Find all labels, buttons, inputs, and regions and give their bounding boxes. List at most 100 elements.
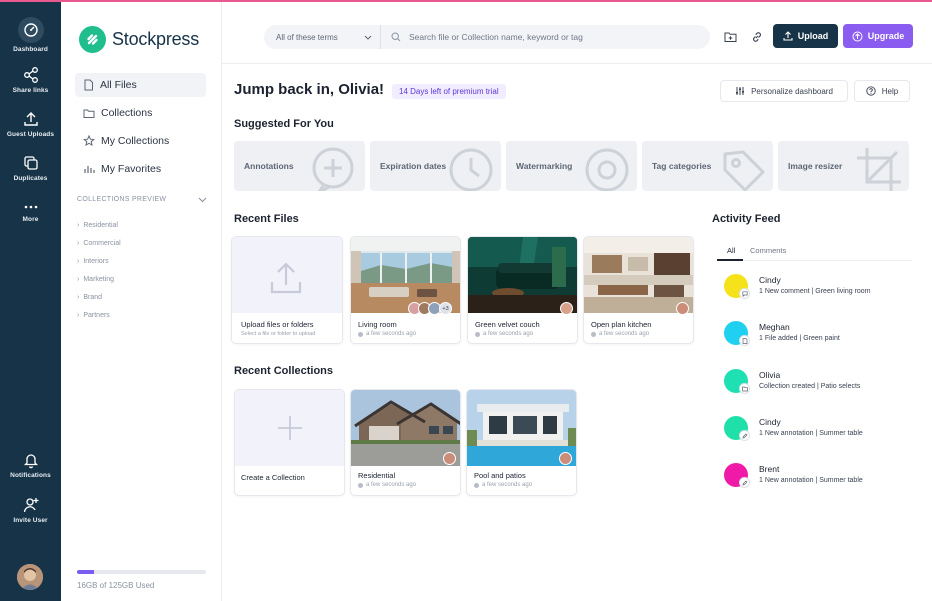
rail-item-notifications[interactable]: Notifications <box>0 451 61 479</box>
trial-badge: 14 Days left of premium trial <box>392 84 506 99</box>
activity-item[interactable]: Meghan 1 File added | Green paint <box>724 318 914 354</box>
collection-preview-label: Brand <box>83 294 103 301</box>
share-link-button[interactable] <box>747 27 767 47</box>
collections-preview-header[interactable]: COLLECTIONS PREVIEW <box>77 196 207 203</box>
collection-card-residential[interactable]: Residential a few seconds ago <box>350 389 461 496</box>
brand-logo[interactable]: Stockpress <box>79 26 199 53</box>
upload-button[interactable]: Upload <box>773 24 838 48</box>
tab-comments[interactable]: Comments <box>750 246 786 255</box>
collection-preview-item[interactable]: › Residential <box>77 222 118 229</box>
storage-progress-fill <box>77 570 94 574</box>
suggested-title: Suggested For You <box>234 118 334 130</box>
rail-label: Invite User <box>13 517 48 524</box>
collection-preview-item[interactable]: › Brand <box>77 294 102 301</box>
personalize-dashboard-button[interactable]: Personalize dashboard <box>720 80 848 102</box>
chevron-down-icon <box>198 197 207 202</box>
tab-all[interactable]: All <box>727 246 735 255</box>
collection-preview-item[interactable]: › Marketing <box>77 276 114 283</box>
search-mode-label: All of these terms <box>276 32 338 42</box>
nav-my-favorites[interactable]: My Favorites <box>75 157 206 181</box>
upload-files-card[interactable]: Upload files or folders Select a file or… <box>231 236 343 344</box>
tag-icon <box>723 150 765 191</box>
rail-label: Dashboard <box>13 46 48 53</box>
suggest-card-image-resizer[interactable]: Image resizer <box>778 141 909 191</box>
suggest-label: Watermarking <box>516 161 573 171</box>
arrow-up-circle-icon <box>852 31 863 41</box>
suggest-card-watermarking[interactable]: Watermarking <box>506 141 637 191</box>
suggest-card-expiration-dates[interactable]: Expiration dates <box>370 141 501 191</box>
personalize-label: Personalize dashboard <box>751 86 833 96</box>
activity-item[interactable]: Cindy 1 New annotation | Summer table <box>724 413 914 449</box>
upload-placeholder <box>232 237 342 313</box>
annotation-icon <box>312 147 354 191</box>
rail-item-share-links[interactable]: Share links <box>0 66 61 94</box>
search-bar: All of these terms <box>264 25 710 49</box>
topbar: All of these terms Upload Upgrade <box>222 2 932 64</box>
nav-label: Collections <box>101 107 153 119</box>
rail-item-more[interactable]: More <box>0 201 61 223</box>
nav-all-files[interactable]: All Files <box>75 73 206 97</box>
create-collection-card[interactable]: Create a Collection <box>234 389 345 496</box>
clock-icon <box>358 482 363 488</box>
brand-name: Stockpress <box>112 29 200 49</box>
extra-collaborators-badge: +3 <box>439 302 452 315</box>
activity-item[interactable]: Brent 1 New annotation | Summer table <box>724 460 914 496</box>
collection-preview-label: Interiors <box>83 258 109 265</box>
search-mode-select[interactable]: All of these terms <box>264 25 381 49</box>
nav-my-collections[interactable]: My Collections <box>75 129 206 153</box>
storage-progress <box>77 570 206 574</box>
file-card-green-velvet-couch[interactable]: Green velvet couch a few seconds ago <box>467 236 578 344</box>
upload-card-subtitle: Select a file or folder to upload <box>241 331 316 337</box>
suggest-card-annotations[interactable]: Annotations <box>234 141 365 191</box>
chevron-right-icon: › <box>77 222 80 229</box>
activity-item[interactable]: Cindy 1 New comment | Green living room <box>724 271 914 307</box>
rail-item-dashboard[interactable]: Dashboard <box>0 17 61 53</box>
rail-item-invite-user[interactable]: Invite User <box>0 496 61 524</box>
upgrade-button[interactable]: Upgrade <box>843 24 913 48</box>
collection-name: Pool and patios <box>474 471 526 480</box>
nav-collections[interactable]: Collections <box>75 101 206 125</box>
user-avatar-image <box>17 564 43 590</box>
rail-label: Guest Uploads <box>6 131 55 138</box>
help-icon <box>866 86 876 96</box>
chevron-right-icon: › <box>77 312 80 319</box>
collection-meta: a few seconds ago <box>358 482 416 488</box>
collection-meta: a few seconds ago <box>474 482 532 488</box>
file-meta-text: a few seconds ago <box>599 331 650 337</box>
new-folder-button[interactable] <box>720 27 740 47</box>
user-avatar[interactable] <box>17 564 43 590</box>
kitchen-image <box>584 237 693 313</box>
file-card-open-plan-kitchen[interactable]: Open plan kitchen a few seconds ago <box>583 236 694 344</box>
folder-icon <box>739 383 750 394</box>
collection-preview-item[interactable]: › Partners <box>77 312 110 319</box>
clock-icon <box>475 331 480 337</box>
watermark-icon <box>585 148 629 191</box>
collection-preview-item[interactable]: › Interiors <box>77 258 109 265</box>
more-icon <box>24 205 37 209</box>
activity-description: 1 New annotation | Summer table <box>759 477 863 484</box>
suggest-label: Tag categories <box>652 161 712 171</box>
recent-collections-title: Recent Collections <box>234 365 334 377</box>
chevron-down-icon <box>364 35 372 40</box>
clock-icon <box>449 148 493 191</box>
help-button[interactable]: Help <box>854 80 910 102</box>
rail-item-duplicates[interactable]: Duplicates <box>0 154 61 182</box>
collection-preview-label: Partners <box>83 312 110 319</box>
duplicates-icon <box>23 156 38 170</box>
suggest-card-tag-categories[interactable]: Tag categories <box>642 141 773 191</box>
search-input[interactable] <box>409 32 709 42</box>
upload-icon <box>270 262 302 294</box>
icon-rail: Dashboard Share links Guest Uploads Dupl… <box>0 0 61 601</box>
create-collection-placeholder <box>235 390 344 466</box>
collection-preview-item[interactable]: › Commercial <box>77 240 121 247</box>
activity-item[interactable]: Olivia Collection created | Patio select… <box>724 366 914 402</box>
collections-preview-title: COLLECTIONS PREVIEW <box>77 196 167 203</box>
page-title: Jump back in, Olivia! <box>234 81 385 98</box>
rail-item-guest-uploads[interactable]: Guest Uploads <box>0 110 61 138</box>
collection-card-pool-and-patios[interactable]: Pool and patios a few seconds ago <box>466 389 577 496</box>
activity-tabs: All Comments <box>717 241 912 261</box>
file-name: Open plan kitchen <box>591 320 652 329</box>
file-thumbnail <box>468 237 577 313</box>
sidebar: Stockpress All Files Collections My Coll… <box>61 0 222 601</box>
file-card-living-room[interactable]: +3 Living room a few seconds ago <box>350 236 461 344</box>
